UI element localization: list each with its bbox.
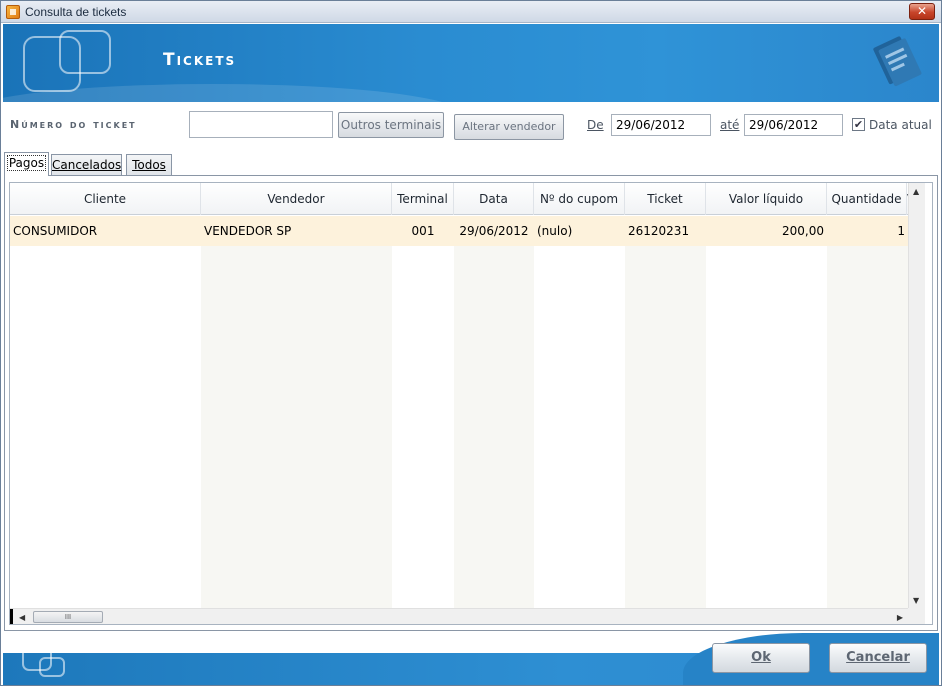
to-date-label: até bbox=[720, 118, 740, 132]
column-header-terminal[interactable]: Terminal bbox=[392, 183, 454, 215]
header-banner: Tickets bbox=[3, 24, 939, 102]
tickets-grid[interactable]: Cliente Vendedor Terminal Data Nº do cup… bbox=[9, 182, 933, 625]
cell-quantidade: 1 bbox=[897, 224, 905, 238]
column-header-cupom[interactable]: Nº do cupom bbox=[534, 183, 625, 215]
page-title: Tickets bbox=[163, 50, 237, 70]
documents-icon bbox=[873, 36, 922, 87]
cell-ticket: 26120231 bbox=[628, 224, 690, 238]
close-button[interactable]: ✕ bbox=[909, 3, 935, 20]
tab-pagos-label: Pagos bbox=[6, 155, 47, 171]
cell-cliente: CONSUMIDOR bbox=[13, 224, 98, 238]
column-header-valor-liquido[interactable]: Valor líquido bbox=[706, 183, 827, 215]
vertical-scrollbar[interactable]: ▲ ▼ bbox=[908, 183, 925, 608]
grid-header: Cliente Vendedor Terminal Data Nº do cup… bbox=[10, 183, 908, 215]
from-date-input[interactable] bbox=[611, 114, 711, 136]
cell-terminal: 001 bbox=[411, 224, 435, 238]
to-date-input[interactable] bbox=[744, 114, 843, 136]
column-header-ticket[interactable]: Ticket bbox=[625, 183, 706, 215]
app-icon bbox=[6, 5, 20, 19]
column-band bbox=[201, 216, 392, 608]
cancel-button[interactable]: Cancelar bbox=[829, 643, 927, 673]
footer-bar: Ok Cancelar bbox=[3, 633, 939, 685]
title-bar: Consulta de tickets ✕ bbox=[1, 1, 941, 23]
tab-cancelados[interactable]: Cancelados bbox=[51, 154, 122, 176]
column-band bbox=[827, 216, 908, 608]
logo-shape-2 bbox=[59, 30, 111, 74]
footer-logo-shape-2 bbox=[39, 657, 65, 677]
cell-data: 29/06/2012 bbox=[459, 224, 529, 238]
current-date-checkbox[interactable]: ✔ bbox=[852, 118, 865, 131]
column-header-data[interactable]: Data bbox=[454, 183, 534, 215]
cancel-button-label: Cancelar bbox=[846, 650, 910, 665]
cell-vendedor: VENDEDOR SP bbox=[204, 224, 292, 238]
column-header-vendedor[interactable]: Vendedor bbox=[201, 183, 392, 215]
tab-todos[interactable]: Todos bbox=[126, 154, 172, 176]
dialog-window: Consulta de tickets ✕ Tickets Número do … bbox=[0, 0, 942, 686]
ok-button[interactable]: Ok bbox=[712, 643, 810, 673]
ticket-number-label: Número do ticket bbox=[10, 118, 137, 131]
scroll-down-icon[interactable]: ▼ bbox=[913, 596, 919, 605]
scroll-right-icon[interactable]: ▶ bbox=[897, 613, 903, 622]
ok-button-label: Ok bbox=[751, 650, 771, 665]
column-band bbox=[454, 216, 534, 608]
scroll-up-icon[interactable]: ▲ bbox=[913, 187, 919, 196]
change-seller-button[interactable]: Alterar vendedor bbox=[454, 114, 564, 140]
tab-pagos[interactable]: Pagos bbox=[4, 152, 49, 176]
cell-valor-liquido: 200,00 bbox=[782, 224, 824, 238]
ticket-number-input[interactable] bbox=[189, 111, 333, 138]
current-date-label: Data atual bbox=[869, 118, 932, 132]
scroll-thumb[interactable]: III bbox=[33, 611, 103, 623]
table-row[interactable]: CONSUMIDOR VENDEDOR SP 001 29/06/2012 (n… bbox=[10, 216, 908, 246]
scroll-edge-marker bbox=[10, 609, 13, 624]
horizontal-scrollbar[interactable]: ◀ III ▶ bbox=[10, 608, 908, 624]
other-terminals-button[interactable]: Outros terminais bbox=[338, 112, 444, 138]
column-band bbox=[625, 216, 706, 608]
column-header-quantidade[interactable]: Quantidade bbox=[827, 183, 907, 215]
cell-cupom: (nulo) bbox=[537, 224, 573, 238]
from-date-label: De bbox=[587, 118, 604, 132]
scroll-corner bbox=[908, 608, 925, 624]
scroll-left-icon[interactable]: ◀ bbox=[19, 613, 25, 622]
column-header-cliente[interactable]: Cliente bbox=[10, 183, 201, 215]
window-title: Consulta de tickets bbox=[25, 5, 127, 19]
